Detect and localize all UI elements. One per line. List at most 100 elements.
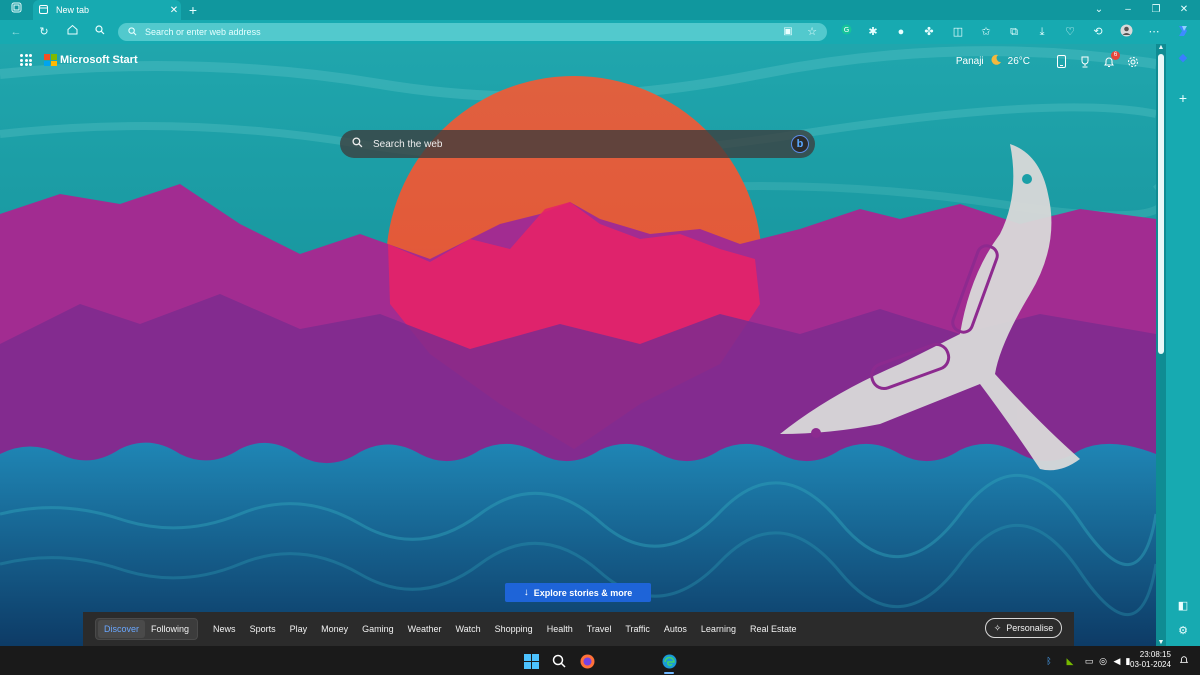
notifications-bell-icon[interactable]: 6 (1102, 50, 1120, 69)
windows-start-icon[interactable] (522, 652, 540, 670)
search-icon[interactable] (92, 24, 108, 40)
scrollbar-thumb[interactable] (1158, 54, 1164, 354)
tab-discover[interactable]: Discover (98, 620, 146, 638)
sidebar-settings-icon[interactable]: ⚙ (1175, 623, 1191, 639)
web-search-input[interactable]: Search the web (373, 139, 791, 150)
tab-actions-chevron-icon[interactable]: ⌄ (1091, 2, 1107, 18)
scroll-down-arrow-icon[interactable]: ▼ (1156, 639, 1166, 646)
address-input[interactable]: Search or enter web address (145, 27, 261, 37)
feed-nav-bar: Discover Following News Sports Play Mone… (83, 612, 1074, 646)
nav-play[interactable]: Play (290, 624, 308, 634)
bluetooth-icon[interactable]: ᛒ (1043, 655, 1055, 667)
edge-sidebar: ◆ + ◧ ⚙ (1166, 20, 1200, 646)
extensions-puzzle-icon[interactable]: ✤ (921, 24, 937, 40)
rewards-trophy-icon[interactable] (1078, 55, 1092, 69)
windows-taskbar: ᛒ ◣ ▭ ◎ ◀ ▮ 23:08:15 03-01-2024 (0, 646, 1200, 675)
refresh-icon[interactable]: ↻ (36, 24, 52, 40)
network-icon[interactable]: ◎ (1097, 655, 1109, 667)
nav-traffic[interactable]: Traffic (625, 624, 650, 634)
downloads-icon[interactable]: ⤓ (1034, 24, 1050, 40)
bing-chat-icon[interactable]: b (791, 135, 809, 153)
nav-gaming[interactable]: Gaming (362, 624, 394, 634)
taskbar-notification-bell-icon[interactable] (1178, 655, 1190, 667)
active-app-indicator (664, 672, 674, 674)
app-launcher-icon[interactable] (20, 54, 32, 66)
taskbar-clock[interactable]: 23:08:15 03-01-2024 (1130, 650, 1171, 670)
tab-title: New tab (56, 5, 90, 15)
nav-health[interactable]: Health (547, 624, 573, 634)
share-icon[interactable]: ⟲ (1090, 24, 1106, 40)
address-search-icon (128, 26, 137, 38)
nav-money[interactable]: Money (321, 624, 348, 634)
edge-taskbar-icon[interactable] (660, 652, 678, 670)
clock-date: 03-01-2024 (1130, 660, 1171, 669)
back-icon[interactable]: ← (8, 24, 24, 40)
nav-shopping[interactable]: Shopping (495, 624, 533, 634)
copilot-icon[interactable] (1175, 24, 1191, 40)
reading-view-icon[interactable]: ▣ (780, 24, 796, 40)
clock-time: 23:08:15 (1139, 650, 1171, 659)
tab-new-tab[interactable]: New tab ✕ (33, 0, 181, 20)
more-menu-icon[interactable]: ⋯ (1146, 24, 1162, 40)
microsoft-logo-icon (44, 54, 57, 66)
personalise-label: Personalise (1006, 623, 1054, 633)
favorites-icon[interactable]: ✩ (978, 24, 994, 40)
extension-icon-3[interactable]: ● (893, 24, 909, 40)
brand-name[interactable]: Microsoft Start (60, 54, 138, 66)
browser-essentials-icon[interactable]: ♡ (1062, 24, 1078, 40)
browser-toolbar: ← ↻ Search or enter web address ▣ ☆ G ✱ … (0, 20, 1200, 44)
nvidia-icon[interactable]: ◣ (1064, 655, 1076, 667)
minimize-icon[interactable]: – (1120, 2, 1136, 18)
sparkle-icon: ✧ (993, 622, 1002, 633)
scroll-up-arrow-icon[interactable]: ▲ (1156, 44, 1166, 51)
address-bar[interactable]: Search or enter web address (118, 23, 827, 41)
new-tab-button[interactable]: + (185, 2, 201, 18)
firefox-icon[interactable] (578, 652, 596, 670)
phone-icon[interactable] (1054, 55, 1068, 69)
tab-following[interactable]: Following (145, 620, 195, 638)
sidebar-add-icon[interactable]: + (1175, 90, 1191, 106)
sidebar-app-icon[interactable]: ◆ (1175, 50, 1191, 66)
sidebar-hide-icon[interactable]: ◧ (1175, 598, 1191, 614)
nav-travel[interactable]: Travel (587, 624, 612, 634)
nav-news[interactable]: News (213, 624, 236, 634)
top-right-controls: Panaji 26°C 6 (956, 50, 1140, 69)
workspaces-icon[interactable] (8, 2, 24, 18)
arrow-down-icon: ↓ (523, 587, 529, 598)
favorite-star-icon[interactable]: ☆ (804, 24, 820, 40)
search-magnifier-icon (352, 137, 363, 151)
moon-weather-icon (990, 54, 1002, 69)
home-icon[interactable] (64, 24, 80, 40)
nav-learning[interactable]: Learning (701, 624, 736, 634)
msn-brand: Microsoft Start (20, 54, 138, 66)
grammarly-extension-icon[interactable]: G (838, 24, 854, 40)
notification-count-badge: 6 (1111, 50, 1120, 60)
explore-label: Explore stories & more (533, 587, 633, 598)
nav-watch[interactable]: Watch (455, 624, 480, 634)
window-close-icon[interactable]: ✕ (1176, 2, 1192, 18)
category-nav: News Sports Play Money Gaming Weather Wa… (206, 624, 803, 634)
personalise-button[interactable]: ✧ Personalise (985, 618, 1062, 638)
taskbar-search-icon[interactable] (550, 652, 568, 670)
split-screen-icon[interactable]: ◫ (950, 24, 966, 40)
page-settings-gear-icon[interactable] (1126, 55, 1140, 69)
explore-stories-button[interactable]: ↓ Explore stories & more (505, 583, 651, 602)
collections-icon[interactable]: ⧉ (1006, 24, 1022, 40)
nav-autos[interactable]: Autos (664, 624, 687, 634)
maximize-icon[interactable]: ❐ (1148, 2, 1164, 18)
weather-temperature[interactable]: 26°C (1008, 56, 1030, 67)
weather-city[interactable]: Panaji (956, 56, 984, 67)
profile-avatar[interactable] (1118, 24, 1134, 40)
display-icon[interactable]: ▭ (1083, 655, 1095, 667)
nav-weather[interactable]: Weather (408, 624, 442, 634)
new-tab-page: Microsoft Start Panaji 26°C 6 Search the… (0, 44, 1156, 646)
feed-toggle: Discover Following (95, 618, 199, 640)
extension-icon-2[interactable]: ✱ (865, 24, 881, 40)
nav-real-estate[interactable]: Real Estate (750, 624, 797, 634)
page-scrollbar[interactable]: ▲ ▼ (1156, 44, 1166, 646)
nav-sports[interactable]: Sports (250, 624, 276, 634)
tab-page-icon (39, 4, 48, 16)
web-search-box[interactable]: Search the web b (340, 130, 815, 158)
svg-text:G: G (843, 26, 848, 34)
tab-close-icon[interactable]: ✕ (167, 5, 181, 16)
